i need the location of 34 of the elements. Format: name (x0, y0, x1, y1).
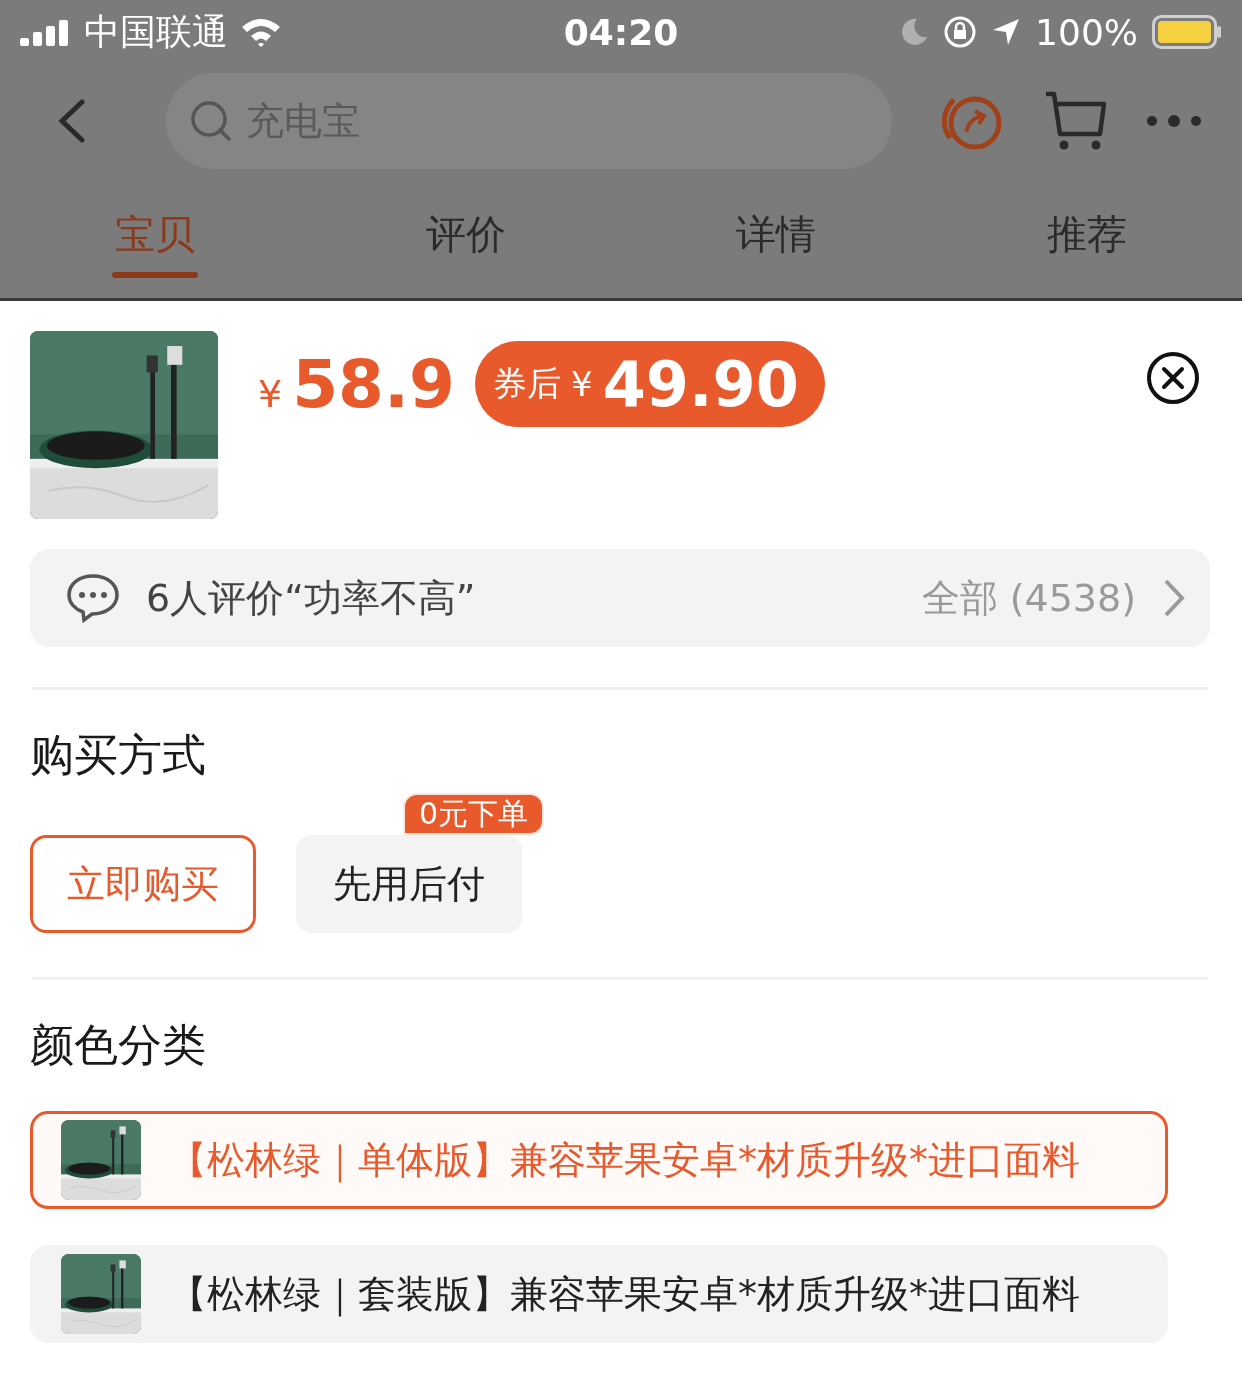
chevron-right-icon (1162, 578, 1186, 618)
review-summary: 6人评价“功率不高” (146, 574, 477, 622)
tab[interactable]: 宝贝 (0, 178, 311, 298)
moon-icon (899, 17, 930, 47)
close-button[interactable] (1146, 351, 1200, 405)
section-title: 购买方式 (30, 728, 207, 782)
purchase-option[interactable]: 先用后付 (296, 835, 522, 933)
chat-bubble-icon (66, 573, 120, 623)
purchase-option[interactable]: 立即购买 (30, 835, 256, 933)
color-option[interactable]: 【松林绿｜套装版】兼容苹果安卓*材质升级*进口面料 (30, 1245, 1168, 1343)
location-arrow-icon (991, 17, 1022, 47)
more-icon[interactable] (1146, 114, 1202, 128)
battery-icon (1152, 15, 1222, 49)
currency-symbol: ¥ (258, 371, 283, 416)
coupon-label: 券后 (493, 362, 562, 405)
color-option[interactable]: 【松林绿｜单体版】兼容苹果安卓*材质升级*进口面料 (30, 1111, 1168, 1209)
review-summary-bar[interactable]: 6人评价“功率不高” 全部 (4538) (30, 549, 1210, 647)
carrier-name: 中国联通 (84, 9, 228, 54)
coupon-price: 49.90 (602, 347, 799, 421)
currency-symbol: ¥ (571, 364, 593, 404)
rotation-lock-icon (943, 15, 978, 49)
search-icon (190, 100, 232, 142)
tab[interactable]: 评价 (310, 178, 621, 298)
section-title: 颜色分类 (30, 1018, 207, 1072)
tab[interactable]: 详情 (621, 178, 932, 298)
battery-percent: 100% (1035, 11, 1138, 53)
cart-icon[interactable] (1044, 90, 1106, 152)
option-badge: 0元下单 (402, 793, 544, 835)
all-reviews-count: 全部 (4538) (921, 574, 1136, 622)
tab[interactable]: 推荐 (931, 178, 1242, 298)
wifi-icon (240, 16, 282, 48)
price: 58.9 (292, 345, 456, 423)
back-icon[interactable] (56, 99, 86, 143)
clock-time: 04:20 (563, 11, 679, 53)
